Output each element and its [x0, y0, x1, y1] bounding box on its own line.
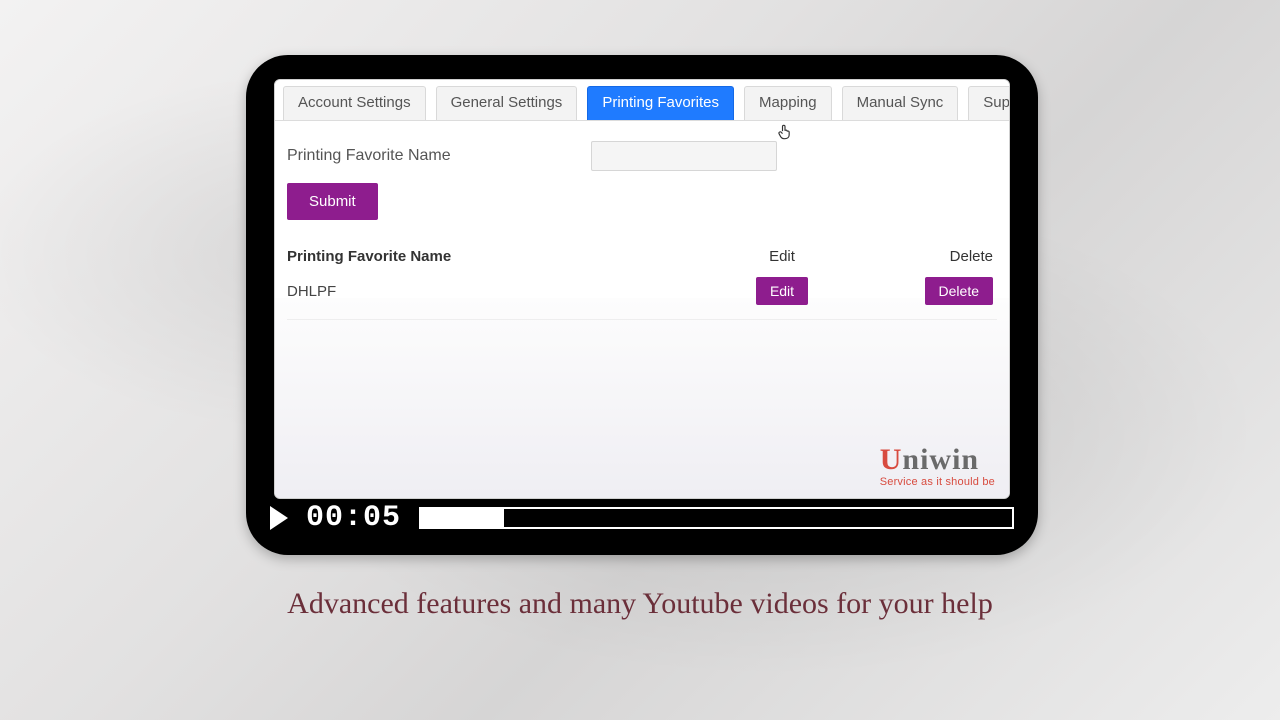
tab-printing-favorites[interactable]: Printing Favorites — [587, 86, 734, 120]
video-time: 00:05 — [306, 501, 401, 535]
progress-track[interactable] — [419, 507, 1014, 529]
tab-general-settings[interactable]: General Settings — [436, 86, 578, 120]
submit-row: Submit — [275, 177, 1009, 238]
edit-button[interactable]: Edit — [756, 277, 808, 305]
tab-manual-sync[interactable]: Manual Sync — [842, 86, 959, 120]
brand-logo-rest: niwin — [902, 443, 979, 476]
progress-fill — [421, 509, 504, 527]
app-screen: Account Settings General Settings Printi… — [274, 79, 1010, 499]
brand-logo-text: Uniwin — [880, 445, 995, 475]
brand-logo: Uniwin Service as it should be — [880, 445, 995, 488]
header-name: Printing Favorite Name — [287, 248, 687, 265]
promo-caption: Advanced features and many Youtube video… — [0, 580, 1280, 628]
favorites-table: Printing Favorite Name Edit Delete DHLPF… — [275, 238, 1009, 320]
table-row: DHLPF Edit Delete — [287, 271, 997, 320]
play-icon[interactable] — [270, 506, 288, 530]
header-delete: Delete — [877, 248, 997, 265]
delete-button[interactable]: Delete — [925, 277, 993, 305]
tab-account-settings[interactable]: Account Settings — [283, 86, 426, 120]
printing-favorite-name-label: Printing Favorite Name — [287, 147, 451, 165]
tab-mapping[interactable]: Mapping — [744, 86, 832, 120]
tab-bar: Account Settings General Settings Printi… — [275, 80, 1009, 121]
header-edit: Edit — [687, 248, 877, 265]
table-header-row: Printing Favorite Name Edit Delete — [287, 242, 997, 271]
form-row: Printing Favorite Name — [275, 121, 1009, 177]
tab-support[interactable]: Support — [968, 86, 1010, 120]
brand-logo-accent: U — [880, 443, 903, 476]
row-name: DHLPF — [287, 283, 687, 300]
brand-tagline: Service as it should be — [880, 477, 995, 488]
printing-favorite-name-input[interactable] — [591, 141, 777, 171]
video-controls: 00:05 — [270, 497, 1014, 539]
submit-button[interactable]: Submit — [287, 183, 378, 220]
video-device-frame: Account Settings General Settings Printi… — [246, 55, 1038, 555]
